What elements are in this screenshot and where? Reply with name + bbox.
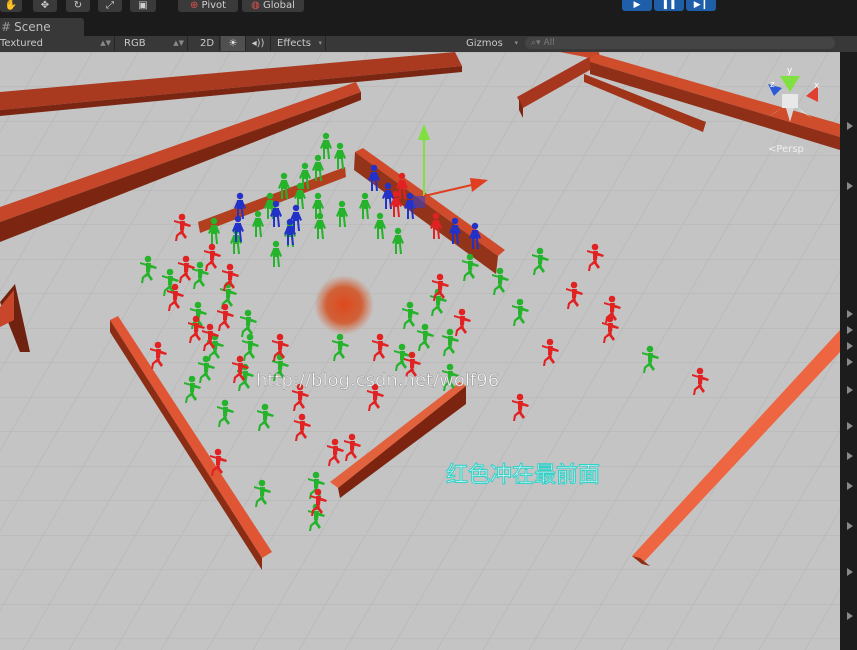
scene-toolbar: Textured ▲▼ RGB ▲▼ 2D ☀ ◂)) Effects ▾ Gi… bbox=[0, 36, 857, 53]
gizmo-x-label: x bbox=[814, 81, 820, 91]
scene-render: z y x <Persp http://blog.csdn.net/wolf96… bbox=[0, 52, 840, 650]
gizmo-y-label: y bbox=[787, 66, 793, 76]
expand-arrow-icon[interactable] bbox=[847, 358, 853, 366]
gizmo-z-label: z bbox=[770, 80, 775, 90]
watermark-text: http://blog.csdn.net/wolf96 bbox=[256, 370, 499, 391]
expand-arrow-icon[interactable] bbox=[847, 422, 853, 430]
expand-arrow-icon[interactable] bbox=[847, 522, 853, 530]
move-tool-icon[interactable]: ✥ bbox=[33, 0, 57, 12]
expand-arrow-icon[interactable] bbox=[847, 386, 853, 394]
global-toggle-button[interactable]: ◍ Global bbox=[242, 0, 304, 12]
globe-icon: ◍ bbox=[251, 0, 260, 11]
scene-tab-label: Scene bbox=[14, 20, 51, 34]
search-icon: ⌕▾ bbox=[531, 38, 541, 48]
shading-mode-dropdown[interactable]: Textured ▲▼ bbox=[0, 36, 115, 51]
expand-arrow-icon[interactable] bbox=[847, 612, 853, 620]
scale-tool-icon[interactable]: ⤢ bbox=[98, 0, 122, 12]
plane-handle-icon[interactable] bbox=[413, 196, 425, 208]
expand-arrow-icon[interactable] bbox=[847, 326, 853, 334]
projection-chevron-icon: < bbox=[768, 144, 776, 155]
projection-label[interactable]: <Persp bbox=[768, 144, 804, 155]
tab-row: # Scene bbox=[0, 18, 857, 36]
scene-viewport[interactable]: z y x <Persp http://blog.csdn.net/wolf96… bbox=[0, 52, 840, 650]
hand-tool-icon[interactable]: ✋ bbox=[0, 0, 22, 12]
rotate-tool-icon[interactable]: ↻ bbox=[66, 0, 90, 12]
expand-arrow-icon[interactable] bbox=[847, 452, 853, 460]
tab-scene[interactable]: # Scene bbox=[0, 18, 84, 36]
caption-text: 红色冲在最前面 bbox=[446, 463, 600, 488]
search-placeholder: All bbox=[543, 38, 555, 48]
pivot-label: Pivot bbox=[201, 0, 227, 11]
dropdown-arrows-icon: ▲▼ bbox=[173, 39, 184, 47]
mode-2d-toggle[interactable]: 2D bbox=[195, 36, 220, 51]
inspector-edge bbox=[840, 52, 857, 650]
expand-arrow-icon[interactable] bbox=[847, 342, 853, 350]
scene-tab-icon: # bbox=[1, 20, 12, 34]
pivot-icon: ⊕ bbox=[189, 0, 199, 11]
expand-arrow-icon[interactable] bbox=[847, 568, 853, 576]
gizmos-dropdown[interactable]: Gizmos ▾ bbox=[466, 36, 521, 51]
play-button[interactable]: ▶ bbox=[622, 0, 652, 11]
pause-button[interactable]: ❚❚ bbox=[654, 0, 684, 11]
expand-arrow-icon[interactable] bbox=[847, 310, 853, 318]
effects-label: Effects bbox=[277, 38, 311, 49]
hierarchy-search-input[interactable]: ⌕▾ All bbox=[525, 37, 835, 49]
render-mode-dropdown[interactable]: RGB ▲▼ bbox=[118, 36, 188, 51]
step-button[interactable]: ▶❙ bbox=[686, 0, 716, 11]
gizmos-label: Gizmos bbox=[466, 38, 503, 49]
main-toolbar: ✋ ✥ ↻ ⤢ ▣ ⊕ Pivot ◍ Global ▶ ❚❚ ▶❙ bbox=[0, 0, 857, 18]
rect-tool-icon[interactable]: ▣ bbox=[130, 0, 156, 12]
pivot-toggle-button[interactable]: ⊕ Pivot bbox=[178, 0, 238, 12]
shading-mode-value: Textured bbox=[0, 38, 43, 49]
expand-arrow-icon[interactable] bbox=[847, 482, 853, 490]
expand-arrow-icon[interactable] bbox=[847, 122, 853, 130]
effects-dropdown[interactable]: Effects ▾ bbox=[272, 36, 326, 51]
audio-toggle-icon[interactable]: ◂)) bbox=[246, 36, 271, 51]
fireball-effect bbox=[314, 275, 374, 335]
global-label: Global bbox=[263, 0, 295, 11]
chevron-down-icon: ▾ bbox=[318, 39, 322, 47]
mode-2d-label: 2D bbox=[199, 38, 215, 49]
dropdown-arrows-icon: ▲▼ bbox=[100, 39, 111, 47]
expand-arrow-icon[interactable] bbox=[847, 182, 853, 190]
lighting-toggle-icon[interactable]: ☀ bbox=[221, 36, 246, 51]
render-mode-value: RGB bbox=[124, 38, 146, 49]
chevron-down-icon: ▾ bbox=[514, 39, 518, 47]
